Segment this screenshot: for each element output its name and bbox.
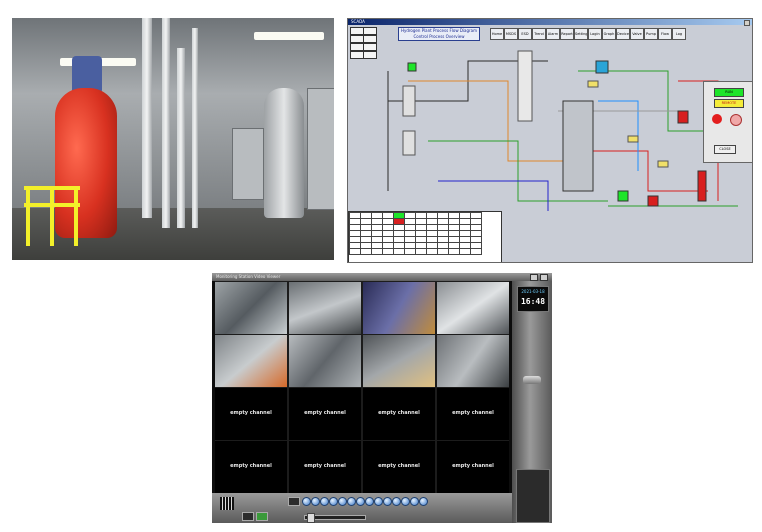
layout-bars-icon[interactable] (220, 497, 234, 510)
tab-13[interactable]: Log (672, 28, 686, 40)
red-lamp-icon[interactable] (712, 114, 722, 124)
tab-9[interactable]: Device (616, 28, 630, 40)
channel-11[interactable]: empty channel (363, 388, 435, 440)
bottom-toolbar (212, 493, 512, 523)
playback-slider[interactable] (304, 513, 366, 523)
channel-dot-8[interactable] (365, 497, 374, 506)
channel-4[interactable] (437, 282, 509, 334)
channel-13[interactable]: empty channel (215, 441, 287, 493)
side-panel: 2021-03-18 16:48 (512, 281, 552, 523)
slider-handle[interactable] (307, 513, 315, 523)
red-tank (55, 88, 117, 238)
ptz-panel[interactable] (516, 469, 550, 523)
empty-channel-label: empty channel (378, 463, 420, 469)
channel-dot-13[interactable] (410, 497, 419, 506)
tab-3[interactable]: Trend (532, 28, 546, 40)
status-run: RUN (714, 88, 744, 97)
channel-1[interactable] (215, 282, 287, 334)
clock-time: 16:48 (520, 297, 546, 306)
empty-channel-label: empty channel (378, 410, 420, 416)
pink-lamp-icon[interactable] (730, 114, 742, 126)
channel-dot-5[interactable] (338, 497, 347, 506)
channel-14[interactable]: empty channel (289, 441, 361, 493)
channel-dot-3[interactable] (320, 497, 329, 506)
minimize-icon[interactable] (530, 274, 538, 281)
gray-tank (264, 88, 304, 218)
scada-banner: Hydrogen Plant Process Flow Diagram Cont… (398, 27, 480, 41)
status-remote: REMOTE (714, 99, 744, 108)
channel-grid: empty channel empty channel empty channe… (215, 281, 509, 493)
empty-channel-label: empty channel (230, 410, 272, 416)
banner-line2: Control Process Overview (413, 34, 465, 39)
channel-12[interactable]: empty channel (437, 388, 509, 440)
left-btn-2[interactable] (363, 27, 377, 35)
channel-2[interactable] (289, 282, 361, 334)
vms-titlebar: Monitoring Station Video Viewer (212, 273, 552, 281)
tab-11[interactable]: Pump (644, 28, 658, 40)
scada-title: SCADA (351, 19, 365, 24)
channel-dot-6[interactable] (347, 497, 356, 506)
vms-title: Monitoring Station Video Viewer (216, 274, 281, 279)
empty-channel-label: empty channel (304, 410, 346, 416)
close-button[interactable]: CLOSE (714, 145, 736, 154)
clock-date: 2021-03-18 (521, 289, 545, 294)
tab-0[interactable]: Home (490, 28, 504, 40)
tab-8[interactable]: Graph (602, 28, 616, 40)
tab-7[interactable]: Login (588, 28, 602, 40)
channel-8[interactable] (437, 335, 509, 387)
empty-channel-label: empty channel (452, 410, 494, 416)
channel-dot-12[interactable] (401, 497, 410, 506)
channel-16[interactable]: empty channel (437, 441, 509, 493)
tab-5[interactable]: Report (560, 28, 574, 40)
close-icon[interactable] (744, 20, 750, 26)
channel-dot-11[interactable] (392, 497, 401, 506)
channel-dot-7[interactable] (356, 497, 365, 506)
channel-dot-9[interactable] (374, 497, 383, 506)
scada-titlebar: SCADA (348, 19, 752, 26)
tab-12[interactable]: Flow (658, 28, 672, 40)
empty-channel-label: empty channel (304, 463, 346, 469)
close-icon[interactable] (540, 274, 548, 281)
grid-view-button[interactable] (242, 512, 254, 521)
volume-knob[interactable] (523, 376, 541, 384)
channel-6[interactable] (289, 335, 361, 387)
tab-10[interactable]: Valve (630, 28, 644, 40)
tab-6[interactable]: Setting (574, 28, 588, 40)
video-monitor-window: Monitoring Station Video Viewer empty ch… (212, 273, 552, 523)
channel-10[interactable]: empty channel (289, 388, 361, 440)
channel-9[interactable]: empty channel (215, 388, 287, 440)
channel-dot-14[interactable] (419, 497, 428, 506)
channel-dot-2[interactable] (311, 497, 320, 506)
channel-5[interactable] (215, 335, 287, 387)
scada-window: SCADA Hydrogen Plant Process Flow Diagra… (347, 18, 753, 263)
tab-1[interactable]: MSDS (504, 28, 518, 40)
tab-4[interactable]: Alarm (546, 28, 560, 40)
live-view-button[interactable] (256, 512, 268, 521)
data-table (348, 211, 502, 262)
clock-display: 2021-03-18 16:48 (517, 286, 549, 312)
tab-2[interactable]: ESD (518, 28, 532, 40)
channel-15[interactable]: empty channel (363, 441, 435, 493)
plant-photo (12, 18, 334, 260)
channel-7[interactable] (363, 335, 435, 387)
snapshot-button[interactable] (288, 497, 300, 506)
process-diagram (387, 50, 738, 211)
channel-dot-4[interactable] (329, 497, 338, 506)
channel-dot-10[interactable] (383, 497, 392, 506)
empty-channel-label: empty channel (452, 463, 494, 469)
control-panel: RUN REMOTE CLOSE (703, 81, 752, 163)
empty-channel-label: empty channel (230, 463, 272, 469)
channel-dot-1[interactable] (302, 497, 311, 506)
left-btn-1[interactable] (350, 27, 364, 35)
channel-3[interactable] (363, 282, 435, 334)
